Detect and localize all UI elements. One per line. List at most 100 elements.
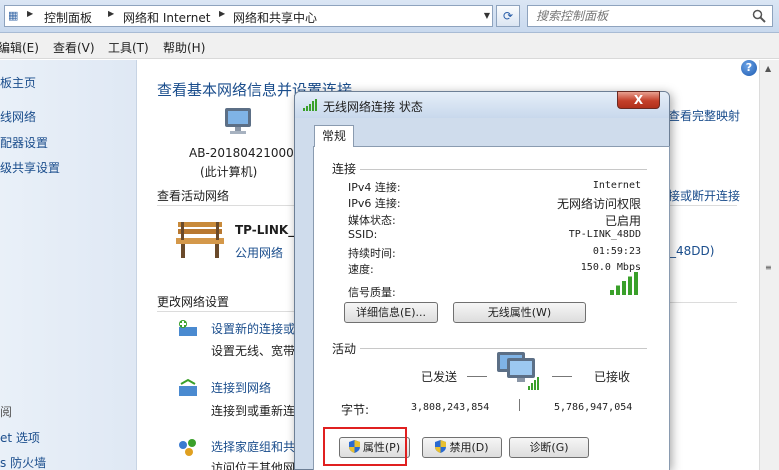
scroll-up-icon[interactable]: ▲ xyxy=(765,64,771,73)
network-activity-icon xyxy=(497,352,539,390)
uac-shield-icon xyxy=(435,440,447,453)
task-connect-network-link[interactable]: 连接到网络 xyxy=(211,379,271,396)
address-bar[interactable]: ▦ ▶ 控制面板 ▶ 网络和 Internet ▶ 网络和共享中心 ▼ xyxy=(4,5,493,27)
divider xyxy=(157,205,294,206)
new-connection-icon xyxy=(179,320,197,336)
chevron-right-icon: ▶ xyxy=(27,9,34,18)
bytes-received-value: 5,786,947,054 xyxy=(554,402,633,413)
change-settings-heading: 更改网络设置 xyxy=(157,295,230,309)
ipv4-label: IPv4 连接: xyxy=(348,181,401,194)
ipv4-value: Internet xyxy=(592,180,641,191)
scrollbar[interactable]: ▲ ≡ xyxy=(759,60,779,470)
sent-line xyxy=(467,376,487,377)
signal-bar xyxy=(610,290,614,295)
connect-disconnect-link[interactable]: 接或断开连接 xyxy=(668,187,740,204)
wireless-status-dialog: 无线网络连接 状态 X 常规 连接 IPv4 连接: Internet IPv6… xyxy=(294,91,670,470)
ipv6-value: 无网络访问权限 xyxy=(556,197,641,211)
group-divider xyxy=(360,169,647,170)
task-new-connection-desc: 设置无线、宽带 xyxy=(211,344,296,358)
received-label: 已接收 xyxy=(594,370,631,384)
sidebar-item-adapter[interactable]: 配器设置 xyxy=(0,134,48,151)
homegroup-icon xyxy=(179,439,196,456)
computer-subtitle: (此计算机) xyxy=(200,165,258,179)
disable-button[interactable]: 禁用(D) xyxy=(422,437,502,458)
duration-value: 01:59:23 xyxy=(592,246,641,257)
signal-quality-label: 信号质量: xyxy=(348,286,396,299)
chevron-right-icon[interactable]: ▶ xyxy=(108,9,114,18)
computer-icon xyxy=(225,108,251,134)
task-homegroup-link[interactable]: 选择家庭组和共 xyxy=(211,438,295,455)
chevron-down-icon[interactable]: ▼ xyxy=(481,6,493,26)
menu-help[interactable]: 帮助(H) xyxy=(163,39,205,56)
sidebar-item-home[interactable]: 板主页 xyxy=(0,74,36,91)
divider xyxy=(670,205,737,206)
group-divider xyxy=(360,348,647,349)
diagnose-button[interactable]: 诊断(G) xyxy=(509,437,589,458)
menu-view[interactable]: 查看(V) xyxy=(53,39,95,56)
network-connection-link[interactable]: _48DD) xyxy=(670,244,714,258)
received-line xyxy=(552,376,572,377)
sent-label: 已发送 xyxy=(421,370,458,384)
breadcrumb-control-panel[interactable]: 控制面板 xyxy=(44,9,92,26)
general-tab-panel: 连接 IPv4 连接: Internet IPv6 连接: 无网络访问权限 媒体… xyxy=(313,146,670,470)
sidebar-item-wireless[interactable]: 线网络 xyxy=(0,108,36,125)
sidebar-item-internet-options[interactable]: et 选项 xyxy=(0,429,40,446)
active-networks-heading: 查看活动网络 xyxy=(157,189,230,203)
ipv6-label: IPv6 连接: xyxy=(348,197,401,210)
ssid-value: TP-LINK_48DD xyxy=(568,229,641,240)
signal-bar xyxy=(616,285,620,295)
tab-general[interactable]: 常规 xyxy=(314,125,354,147)
address-toolbar: ▦ ▶ 控制面板 ▶ 网络和 Internet ▶ 网络和共享中心 ▼ ⟳ xyxy=(0,0,779,33)
activity-group-label: 活动 xyxy=(332,342,357,356)
dialog-titlebar[interactable]: 无线网络连接 状态 xyxy=(295,92,669,118)
network-type-link[interactable]: 公用网络 xyxy=(235,244,283,261)
task-homegroup-desc: 访问位于其他网 xyxy=(211,461,296,470)
menu-tools[interactable]: 工具(T) xyxy=(108,39,149,56)
connect-network-icon xyxy=(179,378,197,396)
sidebar-item-sharing[interactable]: 级共享设置 xyxy=(0,159,60,176)
signal-bar xyxy=(634,272,638,295)
search-input[interactable] xyxy=(528,6,738,26)
media-state-value: 已启用 xyxy=(604,214,641,228)
close-icon: X xyxy=(633,93,644,107)
menu-edit[interactable]: 编辑(E) xyxy=(0,39,39,56)
close-button[interactable]: X xyxy=(617,91,660,109)
menu-bar: 编辑(E) 查看(V) 工具(T) 帮助(H) xyxy=(0,33,779,59)
breadcrumb-network-internet[interactable]: 网络和 Internet xyxy=(123,9,210,26)
highlight-box xyxy=(323,427,407,466)
sidebar-item-firewall[interactable]: s 防火墙 xyxy=(0,454,46,470)
refresh-button[interactable]: ⟳ xyxy=(496,5,520,27)
bytes-separator xyxy=(519,399,520,411)
duration-label: 持续时间: xyxy=(348,247,396,260)
signal-bar xyxy=(628,276,632,295)
disable-button-label: 禁用(D) xyxy=(449,441,489,454)
divider xyxy=(157,311,294,312)
scroll-grip-icon[interactable]: ≡ xyxy=(765,263,772,272)
task-connect-network-desc: 连接到或重新连 xyxy=(211,404,296,418)
task-new-connection-link[interactable]: 设置新的连接或 xyxy=(211,320,295,337)
sidebar-see-also: 阅 xyxy=(0,405,13,419)
details-button[interactable]: 详细信息(E)... xyxy=(344,302,438,323)
dialog-title: 无线网络连接 状态 xyxy=(323,100,423,114)
wireless-properties-button[interactable]: 无线属性(W) xyxy=(453,302,586,323)
divider xyxy=(670,302,737,303)
computer-name: AB-20180421000 xyxy=(189,146,294,160)
search-icon[interactable] xyxy=(752,9,766,23)
bytes-sent-value: 3,808,243,854 xyxy=(411,402,490,413)
refresh-icon: ⟳ xyxy=(502,9,514,23)
control-panel-icon: ▦ xyxy=(8,9,19,22)
connection-group-label: 连接 xyxy=(332,162,357,176)
breadcrumb-network-sharing[interactable]: 网络和共享中心 xyxy=(233,9,317,26)
ssid-label: SSID: xyxy=(348,228,378,241)
park-bench-icon xyxy=(176,222,224,258)
media-state-label: 媒体状态: xyxy=(348,214,396,227)
help-icon[interactable]: ? xyxy=(741,60,757,76)
chevron-right-icon[interactable]: ▶ xyxy=(219,9,225,18)
sidebar: 板主页 线网络 配器设置 级共享设置 阅 et 选项 s 防火墙 xyxy=(0,60,137,470)
speed-label: 速度: xyxy=(348,263,374,276)
see-full-map-link[interactable]: 查看完整映射 xyxy=(668,107,740,124)
signal-bar xyxy=(622,281,626,295)
search-box[interactable] xyxy=(527,5,773,27)
wireless-signal-icon xyxy=(303,99,317,111)
signal-strength-icon xyxy=(610,272,638,295)
